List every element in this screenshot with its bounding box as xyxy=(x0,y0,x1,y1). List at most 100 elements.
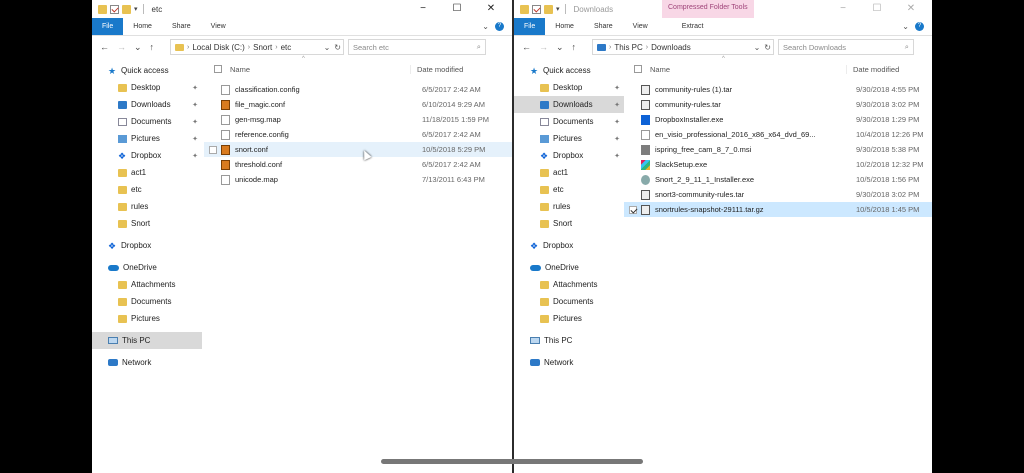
column-name[interactable]: Name xyxy=(230,65,250,74)
file-row[interactable]: community-rules.tar 9/30/2018 3:02 PM xyxy=(624,97,932,112)
nav-item[interactable]: OneDrive xyxy=(514,259,624,276)
forward-arrow-icon[interactable]: → xyxy=(117,42,126,53)
column-date-modified[interactable]: Date modified xyxy=(846,64,899,74)
nav-item[interactable]: Snort xyxy=(92,215,202,232)
file-row[interactable]: reference.config 6/5/2017 2:42 AM xyxy=(204,127,512,142)
file-row[interactable]: threshold.conf 6/5/2017 2:42 AM xyxy=(204,157,512,172)
file-row[interactable]: classification.config 6/5/2017 2:42 AM xyxy=(204,82,512,97)
file-row[interactable]: community-rules (1).tar 9/30/2018 4:55 PM xyxy=(624,82,932,97)
tab-view[interactable]: View xyxy=(201,18,236,35)
nav-item[interactable]: Downloads ✦ xyxy=(514,96,624,113)
nav-item[interactable]: etc xyxy=(92,181,202,198)
nav-item[interactable]: act1 xyxy=(514,164,624,181)
breadcrumb-item[interactable]: Snort xyxy=(253,43,272,52)
column-name[interactable]: Name xyxy=(650,65,670,74)
select-all-checkbox[interactable] xyxy=(214,65,222,73)
nav-item[interactable]: etc xyxy=(514,181,624,198)
nav-item[interactable]: ★ Quick access xyxy=(92,62,202,79)
maximize-button[interactable]: ☐ xyxy=(860,0,894,18)
file-row[interactable]: unicode.map 7/13/2011 6:43 PM xyxy=(204,172,512,187)
nav-item[interactable]: rules xyxy=(514,198,624,215)
tab-file[interactable]: File xyxy=(92,18,124,35)
breadcrumb-item[interactable]: This PC xyxy=(614,43,642,52)
column-date-modified[interactable]: Date modified xyxy=(410,64,463,74)
recent-dropdown-icon[interactable]: ⌄ xyxy=(556,42,564,53)
close-button[interactable]: ✕ xyxy=(894,0,928,18)
nav-item[interactable]: Pictures xyxy=(92,310,202,327)
nav-item[interactable]: ★ Quick access xyxy=(514,62,624,79)
file-row[interactable]: ispring_free_cam_8_7_0.msi 9/30/2018 5:38… xyxy=(624,142,932,157)
row-checkbox[interactable] xyxy=(629,205,637,214)
address-bar[interactable]: › This PC › Downloads ⌄ ↻ xyxy=(592,39,774,55)
recent-dropdown-icon[interactable]: ⌄ xyxy=(134,42,142,53)
back-arrow-icon[interactable]: ← xyxy=(522,42,531,53)
nav-item[interactable]: act1 xyxy=(92,164,202,181)
row-checkbox[interactable] xyxy=(209,145,217,154)
nav-item[interactable]: Attachments xyxy=(514,276,624,293)
customize-dropdown-icon[interactable]: ▾ xyxy=(134,5,138,13)
nav-item[interactable]: Pictures xyxy=(514,310,624,327)
nav-item[interactable]: Network xyxy=(514,354,624,371)
tab-file[interactable]: File xyxy=(514,18,546,35)
file-row[interactable]: Snort_2_9_11_1_Installer.exe 10/5/2018 1:… xyxy=(624,172,932,187)
nav-item[interactable]: This PC xyxy=(92,332,202,349)
file-row[interactable]: snortrules-snapshot-29111.tar.gz 10/5/201… xyxy=(624,202,932,217)
file-row[interactable]: snort.conf 10/5/2018 5:29 PM xyxy=(204,142,512,157)
tab-share[interactable]: Share xyxy=(584,18,623,35)
new-folder-icon[interactable] xyxy=(544,4,553,14)
tab-home[interactable]: Home xyxy=(123,18,162,35)
nav-item[interactable]: Pictures ✦ xyxy=(92,130,202,147)
expand-ribbon-icon[interactable]: ⌄ xyxy=(902,22,909,31)
maximize-button[interactable]: ☐ xyxy=(440,0,474,18)
up-arrow-icon[interactable]: ↑ xyxy=(150,42,155,53)
expand-ribbon-icon[interactable]: ⌄ xyxy=(482,22,489,31)
breadcrumb-item[interactable]: Downloads xyxy=(651,43,691,52)
file-row[interactable]: file_magic.conf 6/10/2014 9:29 AM xyxy=(204,97,512,112)
address-dropdown-icon[interactable]: ⌄ xyxy=(754,43,761,52)
select-all-checkbox[interactable] xyxy=(634,65,642,73)
address-bar[interactable]: › Local Disk (C:) › Snort › etc ⌄ ↻ xyxy=(170,39,344,55)
tab-extract[interactable]: Extract xyxy=(672,18,714,35)
nav-item[interactable]: This PC xyxy=(514,332,624,349)
nav-item[interactable]: Documents xyxy=(92,293,202,310)
file-row[interactable]: gen-msg.map 11/18/2015 1:59 PM xyxy=(204,112,512,127)
forward-arrow-icon[interactable]: → xyxy=(539,42,548,53)
nav-item[interactable]: Downloads ✦ xyxy=(92,96,202,113)
new-folder-icon[interactable] xyxy=(122,4,131,14)
file-row[interactable]: SlackSetup.exe 10/2/2018 12:32 PM xyxy=(624,157,932,172)
search-input[interactable]: Search Downloads ⌕ xyxy=(778,39,914,55)
nav-item[interactable]: Documents xyxy=(514,293,624,310)
file-row[interactable]: DropboxInstaller.exe 9/30/2018 1:29 PM xyxy=(624,112,932,127)
help-icon[interactable]: ? xyxy=(915,22,924,31)
refresh-icon[interactable]: ↻ xyxy=(764,43,771,52)
back-arrow-icon[interactable]: ← xyxy=(100,42,109,53)
tab-home[interactable]: Home xyxy=(545,18,584,35)
properties-icon[interactable] xyxy=(532,4,541,14)
minimize-button[interactable]: − xyxy=(826,0,860,18)
nav-item[interactable]: Documents ✦ xyxy=(92,113,202,130)
up-arrow-icon[interactable]: ↑ xyxy=(572,42,577,53)
nav-item[interactable]: Snort xyxy=(514,215,624,232)
nav-item[interactable]: ❖ Dropbox ✦ xyxy=(514,147,624,164)
nav-item[interactable]: Desktop ✦ xyxy=(514,79,624,96)
tab-view[interactable]: View xyxy=(623,18,658,35)
close-button[interactable]: ✕ xyxy=(474,0,508,18)
nav-item[interactable]: ❖ Dropbox ✦ xyxy=(92,147,202,164)
tab-share[interactable]: Share xyxy=(162,18,201,35)
refresh-icon[interactable]: ↻ xyxy=(334,43,341,52)
home-indicator[interactable] xyxy=(381,459,643,464)
address-dropdown-icon[interactable]: ⌄ xyxy=(324,43,331,52)
file-row[interactable]: en_visio_professional_2016_x86_x64_dvd_6… xyxy=(624,127,932,142)
nav-item[interactable]: Network xyxy=(92,354,202,371)
nav-item[interactable]: ❖ Dropbox xyxy=(514,237,624,254)
search-input[interactable]: Search etc ⌕ xyxy=(348,39,486,55)
customize-dropdown-icon[interactable]: ▾ xyxy=(556,5,560,13)
minimize-button[interactable]: − xyxy=(406,0,440,18)
nav-item[interactable]: rules xyxy=(92,198,202,215)
file-row[interactable]: snort3-community-rules.tar 9/30/2018 3:02… xyxy=(624,187,932,202)
nav-item[interactable]: ❖ Dropbox xyxy=(92,237,202,254)
nav-item[interactable]: OneDrive xyxy=(92,259,202,276)
nav-item[interactable]: Documents ✦ xyxy=(514,113,624,130)
help-icon[interactable]: ? xyxy=(495,22,504,31)
nav-item[interactable]: Attachments xyxy=(92,276,202,293)
